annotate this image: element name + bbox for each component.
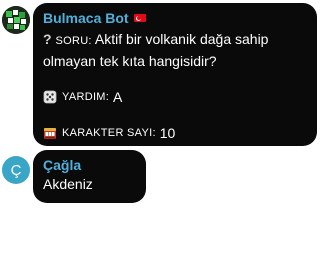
bot-avatar[interactable] bbox=[2, 6, 30, 34]
user-avatar[interactable]: Ç bbox=[2, 156, 30, 184]
hint-value: A bbox=[113, 89, 123, 105]
chat-view: Bulmaca Bot ? SORU: Aktif bir volkanik d… bbox=[0, 0, 320, 254]
bot-avatar-image bbox=[2, 6, 30, 34]
question-prefix: SORU: bbox=[55, 35, 92, 47]
bot-sender[interactable]: Bulmaca Bot bbox=[43, 9, 307, 27]
slot-machine-icon bbox=[44, 128, 56, 139]
question-mark-icon: ? bbox=[43, 31, 52, 47]
question-text-block: ? SORU: Aktif bir volkanik dağa sahip ol… bbox=[43, 29, 307, 71]
bot-message-bubble: Bulmaca Bot ? SORU: Aktif bir volkanik d… bbox=[33, 3, 317, 146]
turkey-flag-icon bbox=[133, 14, 146, 22]
user-avatar-initial: Ç bbox=[10, 161, 22, 179]
user-message-bubble: Çağla Akdeniz bbox=[33, 150, 146, 203]
bot-sender-name[interactable]: Bulmaca Bot bbox=[43, 9, 129, 27]
dice-icon bbox=[43, 90, 57, 104]
hint-line: YARDIM: A bbox=[43, 87, 307, 107]
user-sender-name[interactable]: Çağla bbox=[43, 156, 136, 174]
count-label: KARAKTER SAYI: bbox=[62, 127, 156, 139]
character-count-line: KARAKTER SAYI: 10 bbox=[43, 123, 307, 143]
user-message-text: Akdeniz bbox=[43, 176, 93, 192]
count-value: 10 bbox=[159, 125, 176, 141]
hint-label: YARDIM: bbox=[62, 91, 110, 103]
